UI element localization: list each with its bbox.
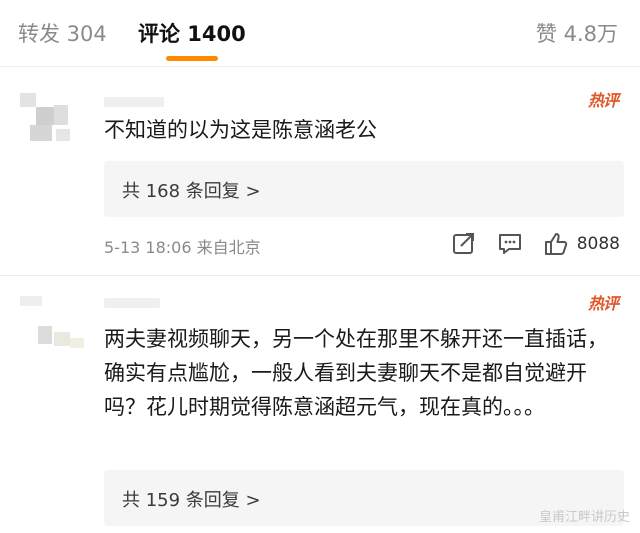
hot-comment-badge: 热评 <box>587 91 619 110</box>
watermark: 皇甫江畔讲历史 <box>538 510 630 525</box>
comment-icon[interactable] <box>497 231 523 257</box>
comment-meta: 5-13 18:06 来自北京 <box>104 238 261 257</box>
comment-text: 不知道的以为这是陈意涵老公 <box>104 118 377 142</box>
replies-label: 共 159 条回复 > <box>122 490 261 511</box>
comment-actions: 8088 <box>451 230 620 258</box>
thumbs-up-icon <box>544 233 567 255</box>
hot-comment-badge: 热评 <box>587 294 619 313</box>
tab-like[interactable]: 赞 4.8万 <box>536 18 618 48</box>
replies-button[interactable]: 共 168 条回复 > <box>104 161 624 217</box>
username[interactable] <box>104 298 160 308</box>
share-icon[interactable] <box>451 231 477 257</box>
avatar[interactable] <box>20 85 84 149</box>
like-action[interactable]: 8088 <box>543 231 620 257</box>
tab-repost[interactable]: 转发 304 <box>18 18 107 48</box>
username[interactable] <box>104 97 164 107</box>
comment-tabs: 转发 304 评论 1400 赞 4.8万 <box>0 0 640 66</box>
comment-item: 热评 不知道的以为这是陈意涵老公 共 168 条回复 > 5-13 18:06 … <box>0 67 640 275</box>
comment-text: 两夫妻视频聊天，另一个处在那里不躲开还一直插话，确实有点尴尬，一般人看到夫妻聊天… <box>104 327 608 419</box>
replies-label: 共 168 条回复 > <box>122 181 261 202</box>
active-tab-indicator <box>166 56 218 61</box>
like-count: 8088 <box>576 234 620 254</box>
avatar[interactable] <box>20 292 84 356</box>
comment-item: 热评 两夫妻视频聊天，另一个处在那里不躲开还一直插话，确实有点尴尬，一般人看到夫… <box>0 276 640 533</box>
